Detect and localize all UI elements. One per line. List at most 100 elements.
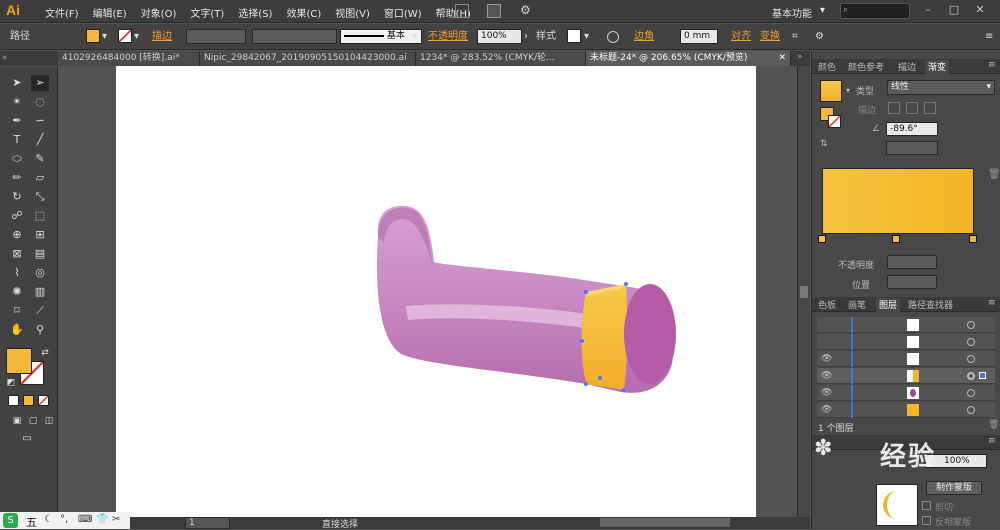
gradient-preview-swatch[interactable] bbox=[820, 80, 842, 102]
eraser-icon[interactable]: ▱ bbox=[31, 170, 49, 186]
tabs-scroll-right-icon[interactable]: » bbox=[797, 52, 803, 62]
menu-window[interactable]: 窗口(W) bbox=[377, 5, 429, 20]
stroke-label[interactable]: 描边 bbox=[152, 29, 172, 45]
anchor-point[interactable] bbox=[584, 382, 588, 386]
anchor-point[interactable] bbox=[624, 282, 628, 286]
paintbrush-icon[interactable]: ✎ bbox=[31, 151, 49, 167]
color-mode-icon[interactable] bbox=[8, 395, 19, 406]
fill-dropdown-icon[interactable]: ▾ bbox=[102, 29, 107, 45]
make-mask-button[interactable]: 制作蒙版 bbox=[926, 481, 982, 495]
close-tab-icon[interactable]: ✕ bbox=[778, 51, 786, 65]
selection-indicator[interactable] bbox=[979, 372, 986, 379]
align-link[interactable]: 对齐 bbox=[731, 29, 751, 45]
tab-pathfinder[interactable]: 路径查找器 bbox=[908, 298, 953, 311]
artboard-tool-icon[interactable]: ⌑ bbox=[8, 303, 26, 319]
anchor-point[interactable] bbox=[584, 290, 588, 294]
graph-tool-icon[interactable]: ▥ bbox=[31, 284, 49, 300]
menu-object[interactable]: 对象(O) bbox=[134, 5, 184, 20]
stroke-swatch[interactable] bbox=[118, 29, 132, 43]
fill-color-front[interactable] bbox=[6, 348, 32, 374]
opacity-field[interactable]: 100% bbox=[477, 29, 522, 44]
scroll-thumb[interactable] bbox=[800, 286, 808, 298]
tab-color[interactable]: 颜色 bbox=[818, 60, 836, 73]
anchor-point[interactable] bbox=[580, 339, 584, 343]
eye-icon[interactable]: 👁 bbox=[821, 354, 832, 364]
ime-mode-label[interactable]: 五 bbox=[26, 514, 37, 530]
target-icon[interactable] bbox=[967, 389, 975, 397]
delete-layer-icon[interactable]: 🗑 bbox=[988, 420, 999, 430]
stroke-weight-field[interactable] bbox=[186, 29, 246, 44]
menu-file[interactable]: 文件(F) bbox=[38, 5, 86, 20]
eye-icon[interactable]: 👁 bbox=[821, 388, 832, 398]
layer-row[interactable] bbox=[817, 334, 995, 350]
panel-menu-icon[interactable]: ≡ bbox=[988, 436, 996, 446]
opacity-dropdown-icon[interactable]: › bbox=[524, 29, 528, 45]
stroke-across-icon[interactable] bbox=[924, 102, 936, 114]
magic-wand-icon[interactable]: ✴ bbox=[8, 94, 26, 110]
anchor-point[interactable] bbox=[598, 376, 602, 380]
maximize-button[interactable]: □ bbox=[944, 3, 964, 19]
corner-label[interactable]: 边角 bbox=[634, 29, 654, 45]
menu-effect[interactable]: 效果(C) bbox=[279, 5, 328, 20]
none-mode-icon[interactable] bbox=[38, 395, 49, 406]
transform-link[interactable]: 变换 bbox=[760, 29, 780, 45]
stroke-along-icon[interactable] bbox=[906, 102, 918, 114]
stroke-within-icon[interactable] bbox=[888, 102, 900, 114]
chevron-down-icon[interactable]: ▾ bbox=[820, 5, 825, 16]
slice-tool-icon[interactable]: ⟋ bbox=[31, 303, 49, 319]
delete-stop-icon[interactable]: 🗑 bbox=[988, 169, 1000, 180]
panel-menu-icon[interactable]: ≡ bbox=[988, 60, 996, 70]
tab-doc-1[interactable]: 4102926484000 [转换].ai* bbox=[58, 51, 200, 66]
punctuation-icon[interactable]: °, bbox=[60, 514, 68, 525]
gradient-stop-left[interactable] bbox=[818, 235, 826, 243]
corner-radius-field[interactable]: 0 mm bbox=[680, 29, 718, 44]
graphic-style-swatch[interactable] bbox=[567, 29, 581, 43]
draw-inside-icon[interactable]: ◫ bbox=[40, 413, 58, 429]
wrench-icon[interactable]: ✂ bbox=[112, 514, 120, 525]
gradient-type-select[interactable]: 线性 ▾ bbox=[887, 80, 995, 95]
free-transform-icon[interactable]: ⬚ bbox=[31, 208, 49, 224]
symbol-sprayer-icon[interactable]: ✺ bbox=[8, 284, 26, 300]
menu-help[interactable]: 帮助(H) bbox=[429, 5, 478, 20]
gradient-position-field[interactable] bbox=[887, 275, 937, 289]
gradient-opacity-field[interactable] bbox=[887, 255, 937, 269]
type-tool-icon[interactable]: T bbox=[8, 132, 26, 148]
curvature-tool-icon[interactable]: ∽ bbox=[31, 113, 49, 129]
vertical-scrollbar[interactable] bbox=[797, 66, 810, 517]
shape-builder-icon[interactable]: ⊕ bbox=[8, 227, 26, 243]
skin-icon[interactable]: 👕 bbox=[96, 514, 108, 525]
variable-width-profile[interactable] bbox=[252, 29, 337, 44]
tab-doc-4[interactable]: 未标题-24* @ 206.65% (CMYK/预览) ✕ bbox=[586, 51, 791, 66]
layer-row[interactable] bbox=[817, 317, 995, 333]
rotate-tool-icon[interactable]: ↻ bbox=[8, 189, 26, 205]
target-icon[interactable] bbox=[967, 372, 975, 380]
tab-layers[interactable]: 图层 bbox=[876, 298, 901, 312]
layer-row[interactable]: 👁 bbox=[817, 351, 995, 367]
target-icon[interactable] bbox=[967, 355, 975, 363]
workspace-switcher[interactable]: 基本功能 bbox=[772, 5, 812, 20]
gradient-stroke-box[interactable] bbox=[828, 115, 841, 128]
scale-tool-icon[interactable]: ⤡ bbox=[31, 189, 49, 205]
gpu-icon[interactable]: ⚙ bbox=[520, 3, 531, 17]
perspective-grid-icon[interactable]: ⊞ bbox=[31, 227, 49, 243]
target-icon[interactable] bbox=[967, 406, 975, 414]
tab-gradient[interactable]: 渐变 bbox=[925, 60, 950, 74]
brush-dropdown-icon[interactable]: ▾ bbox=[412, 29, 417, 45]
gradient-tool-icon[interactable]: ▤ bbox=[31, 246, 49, 262]
tabs-scroll-left-icon[interactable]: « bbox=[2, 53, 8, 63]
control-panel-menu-icon[interactable]: ≡ bbox=[985, 29, 993, 45]
pen-tool-icon[interactable]: ✒ bbox=[8, 113, 26, 129]
search-input[interactable] bbox=[840, 3, 910, 19]
eye-icon[interactable]: 👁 bbox=[821, 371, 832, 381]
tab-color-guide[interactable]: 颜色参考 bbox=[848, 60, 884, 73]
tube-end-cap[interactable] bbox=[624, 284, 676, 384]
lasso-icon[interactable]: ◌ bbox=[31, 94, 49, 110]
gradient-stop-mid[interactable] bbox=[892, 235, 900, 243]
menu-select[interactable]: 选择(S) bbox=[231, 5, 279, 20]
gradient-stop-right[interactable] bbox=[969, 235, 977, 243]
invert-mask-checkbox[interactable] bbox=[922, 516, 931, 525]
target-icon[interactable] bbox=[967, 338, 975, 346]
gradient-mode-icon[interactable] bbox=[23, 395, 34, 406]
keyboard-icon[interactable]: ⌨ bbox=[78, 514, 92, 525]
tab-doc-2[interactable]: Nipic_29842067_20190905150104423000.ai bbox=[200, 51, 416, 66]
